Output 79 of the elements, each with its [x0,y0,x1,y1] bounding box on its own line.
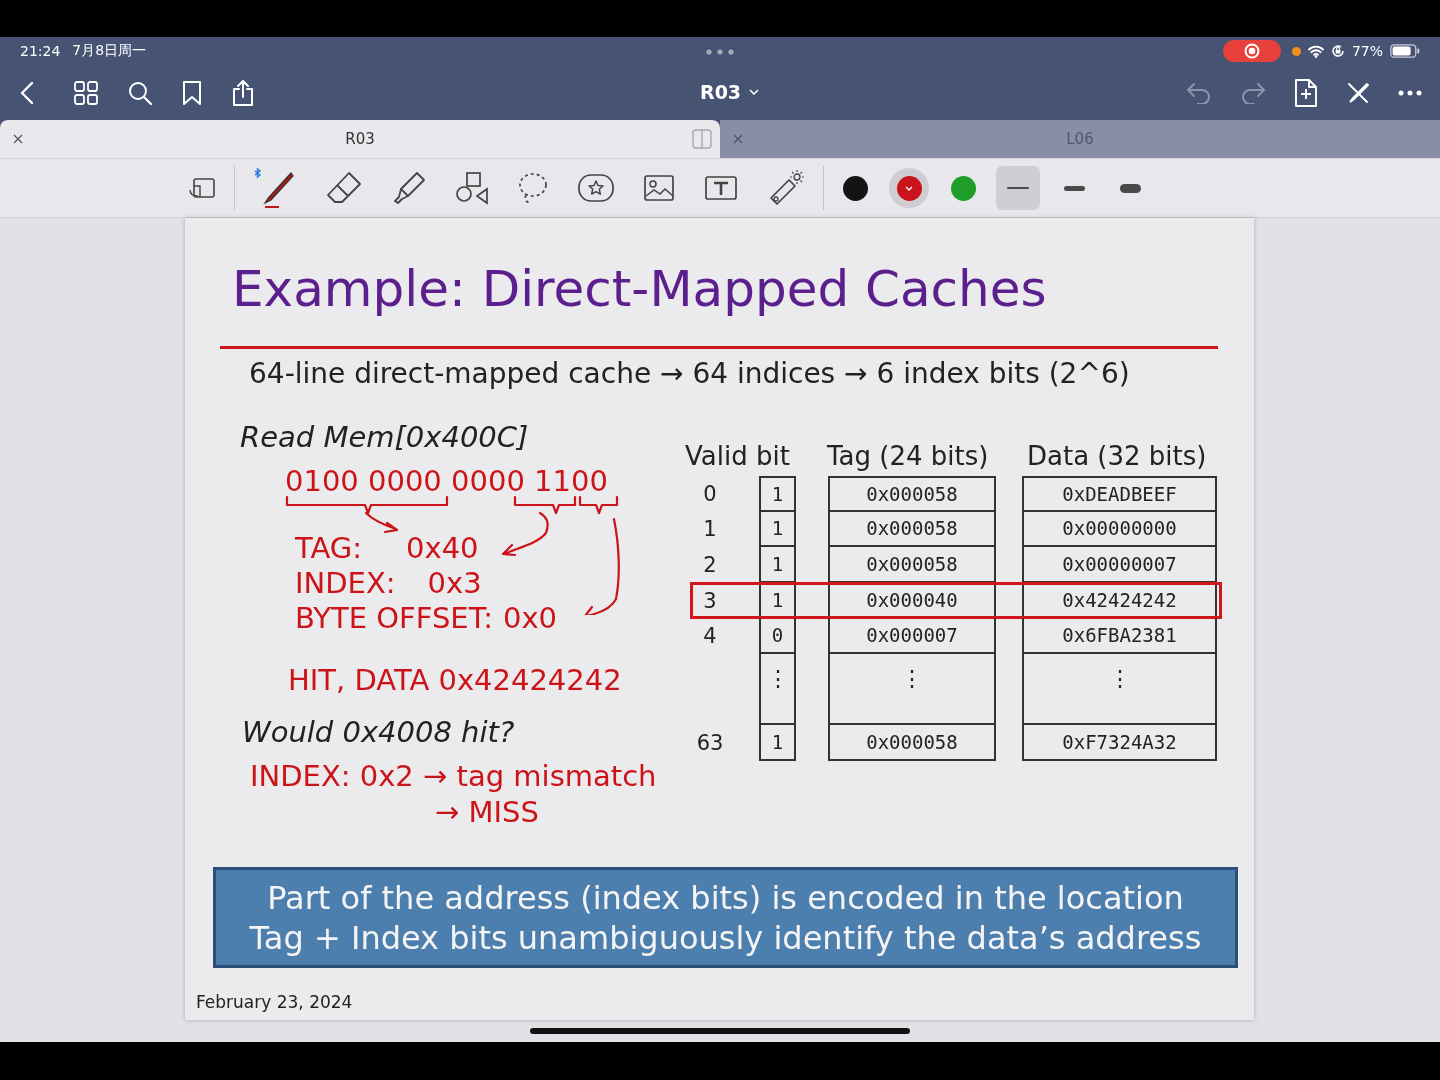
table-cell: ⋮ [1022,653,1217,725]
slide-date: February 23, 2024 [196,992,353,1012]
lasso-icon[interactable] [517,171,549,205]
field-label: BYTE OFFSET: [295,601,493,636]
laser-pointer-icon[interactable] [767,170,805,206]
shapes-icon[interactable] [455,171,489,205]
highlighter-icon[interactable] [391,170,427,206]
table-cell: 0x000058 [828,724,996,761]
color-swatch[interactable] [889,168,929,208]
share-icon[interactable] [232,78,254,107]
table-cell: 0x00000007 [1022,547,1217,583]
table-cell: 0x000007 [828,618,996,654]
answer-text: INDEX: 0x2 → tag mismatch [250,758,658,795]
column-header: Tag (24 bits) [827,440,990,473]
rotation-lock-icon [1330,44,1345,58]
table-cell: 0x000058 [828,511,996,548]
more-icon[interactable] [1398,89,1422,96]
table-cell: 0xDEADBEEF [1022,476,1217,512]
column-header: Data (32 bits) [1027,440,1207,473]
table-cell: 1 [759,724,796,761]
document-tab[interactable]: R03 [0,120,720,158]
row-index: 3 [703,588,717,613]
caret-icon [749,89,760,95]
bookmark-icon[interactable] [182,79,202,106]
row-index: 4 [703,624,717,649]
search-icon[interactable] [128,80,152,105]
field-value: 0x0 [503,601,558,636]
text-box-icon[interactable] [703,174,739,202]
multitask-icon[interactable] [706,49,734,55]
sticker-icon[interactable] [577,173,615,203]
image-icon[interactable] [643,174,675,202]
column-header: Valid bit [685,440,791,473]
pen-off-icon[interactable] [1346,80,1370,105]
row-index: 1 [703,517,717,542]
field-label: TAG: [295,531,363,566]
row-index: 63 [696,730,724,755]
recording-indicator[interactable] [1222,40,1281,62]
row-index: 2 [703,553,717,577]
table-cell: 0x6FBA2381 [1022,618,1217,654]
field-label: INDEX: [295,566,396,601]
page-layout-icon[interactable] [188,176,216,200]
back-icon[interactable] [20,80,34,105]
field-value: 0x40 [406,531,479,566]
table-cell: 0x000040 [828,582,996,619]
row-index: 0 [703,481,717,506]
status-time: 21:24 [20,43,61,59]
result-text: HIT, DATA 0x42424242 [288,662,623,699]
answer-text: → MISS [435,795,540,829]
slide-subtitle: 64-line direct-mapped cache → 64 indices → 6 index bits (2^6) [248,356,1131,392]
slide-title: Example: Direct-Mapped Caches [231,259,1048,320]
binary-address: 0100 0000 0000 1100 [285,463,609,500]
table-cell: 0 [759,618,796,654]
close-icon[interactable] [13,134,23,144]
callout-text: Part of the address (index bits) is encoded in the location [267,877,1184,918]
battery-icon [1390,44,1420,58]
table-cell: 0x00000000 [1022,511,1217,548]
callout-text: Tag + Index bits unambiguously identify the data’s address [249,917,1202,958]
table-cell: 0x000058 [828,547,996,583]
table-cell: 1 [759,476,796,512]
table-cell: 0x000058 [828,476,996,512]
table-cell: 0x42424242 [1022,582,1217,619]
table-cell: ⋮ [759,653,796,725]
table-cell: 0xF7324A32 [1022,724,1217,761]
stroke-width-option[interactable] [996,166,1040,210]
add-page-icon[interactable] [1294,77,1318,108]
document-title-menu[interactable]: R03 [700,81,760,103]
battery-percent: 77% [1351,43,1383,59]
table-cell: 1 [759,547,796,583]
status-date: 7月8日周一 [72,42,147,60]
wifi-icon [1307,44,1324,58]
table-cell: 1 [759,582,796,619]
eraser-icon[interactable] [325,170,363,206]
undo-icon[interactable] [1186,81,1212,104]
privacy-indicator-icon [1291,46,1301,56]
table-cell: ⋮ [828,653,996,725]
grid-icon[interactable] [74,80,98,105]
field-value: 0x3 [427,566,482,601]
table-cell: 1 [759,511,796,548]
redo-icon[interactable] [1240,81,1266,104]
